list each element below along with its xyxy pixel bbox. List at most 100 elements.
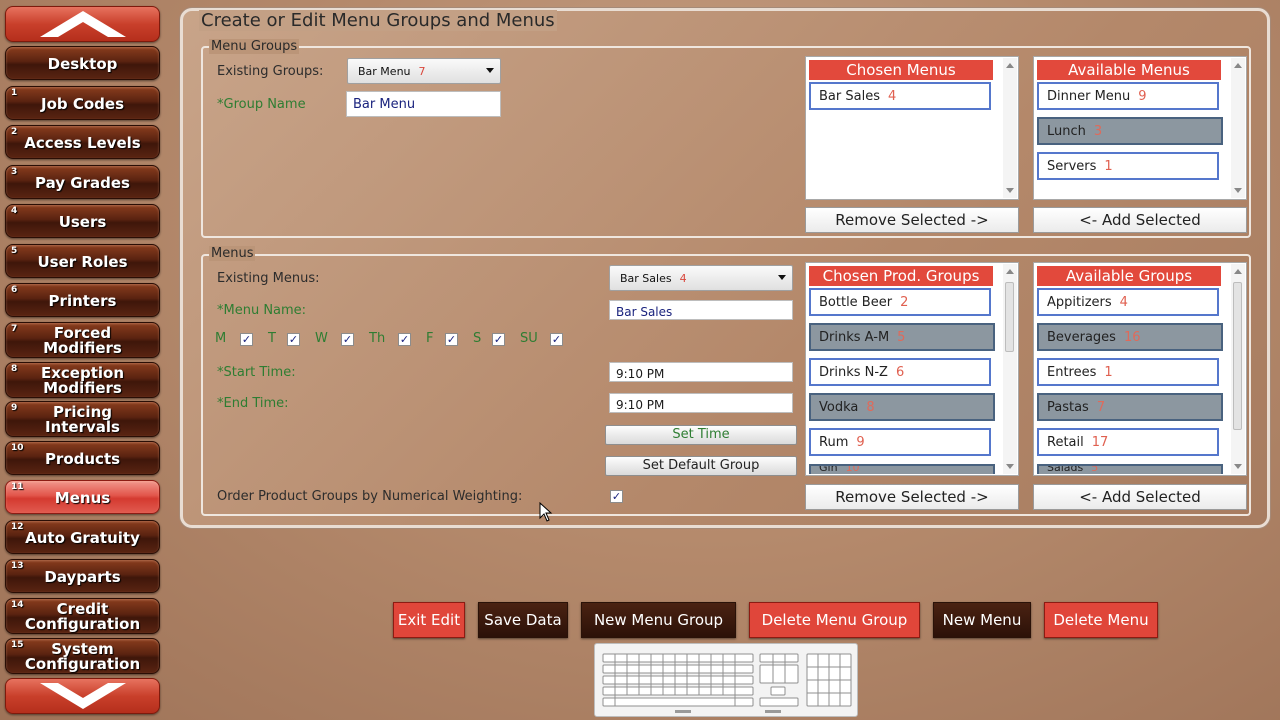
list-item-count: 9 [1138, 88, 1147, 104]
list-item-count: 16 [1123, 329, 1141, 345]
sidebar-item-system-configuration[interactable]: 15 System Configuration [5, 638, 160, 674]
day-checkbox-monday[interactable]: ✓ [240, 333, 253, 346]
list-item[interactable]: Pastas 7 [1037, 393, 1223, 421]
day-checkbox-tuesday[interactable]: ✓ [287, 333, 300, 346]
list-item[interactable]: Vodka 8 [809, 393, 995, 421]
group-name-label: *Group Name [217, 97, 306, 112]
chosen-menus-list[interactable]: Chosen Menus Bar Sales 4 [805, 56, 1019, 200]
list-item[interactable]: Lunch 3 [1037, 117, 1223, 145]
add-selected-menus-button[interactable]: <- Add Selected [1033, 207, 1247, 233]
start-time-label: *Start Time: [217, 365, 296, 380]
scrollbar[interactable] [1231, 264, 1245, 474]
sidebar-item-label: Access Levels [24, 133, 141, 152]
sidebar-item-job-codes[interactable]: 1 Job Codes [5, 86, 160, 120]
day-label: W [315, 331, 328, 346]
list-item-label: Beverages [1047, 329, 1116, 345]
list-item[interactable]: Retail 17 [1037, 428, 1219, 456]
existing-groups-dropdown[interactable]: Bar Menu 7 [347, 58, 501, 84]
sidebar-item-desktop[interactable]: Desktop [5, 46, 160, 80]
keyboard-icon[interactable] [594, 643, 858, 717]
start-time-value: 9:10 PM [616, 367, 665, 381]
delete-menu-button[interactable]: Delete Menu [1044, 602, 1158, 638]
start-time-field[interactable]: 9:10 PM [609, 362, 793, 382]
set-time-button[interactable]: Set Time [605, 425, 797, 445]
sidebar-item-users[interactable]: 4 Users [5, 204, 160, 238]
sidebar-item-printers[interactable]: 6 Printers [5, 283, 160, 317]
sidebar-item-access-levels[interactable]: 2 Access Levels [5, 125, 160, 159]
scroll-up-button[interactable] [5, 6, 160, 42]
existing-menus-value: Bar Sales [620, 271, 672, 285]
sidebar-item-number: 8 [11, 364, 18, 374]
day-label: M [215, 331, 227, 346]
sidebar-item-label: Products [44, 449, 121, 468]
remove-selected-groups-button[interactable]: Remove Selected -> [805, 484, 1019, 510]
day-checkbox-sunday[interactable]: ✓ [550, 333, 563, 346]
day-label: T [268, 331, 276, 346]
scrollbar-thumb[interactable] [1005, 282, 1014, 352]
sidebar-item-dayparts[interactable]: 13 Dayparts [5, 559, 160, 593]
list-item[interactable]: Salads 5 [1037, 464, 1223, 474]
list-item[interactable]: Drinks N-Z 6 [809, 358, 991, 386]
save-data-button[interactable]: Save Data [478, 602, 568, 638]
list-item[interactable]: Beverages 16 [1037, 323, 1223, 351]
group-name-field[interactable]: Bar Menu [346, 91, 501, 117]
list-item[interactable]: Bottle Beer 2 [809, 288, 991, 316]
list-item-label: Drinks N-Z [819, 364, 888, 380]
scroll-down-arrow-icon [1006, 464, 1014, 469]
order-by-weighting-checkbox[interactable]: ✓ [610, 490, 623, 503]
list-item-count: 10 [845, 464, 860, 474]
chosen-menus-header: Chosen Menus [809, 60, 993, 80]
delete-menu-group-button[interactable]: Delete Menu Group [749, 602, 920, 638]
existing-groups-label: Existing Groups: [217, 64, 324, 79]
list-item[interactable]: Gin 10 [809, 464, 995, 474]
scrollbar-thumb[interactable] [1233, 282, 1242, 430]
add-selected-groups-button[interactable]: <- Add Selected [1033, 484, 1247, 510]
sidebar-item-pay-grades[interactable]: 3 Pay Grades [5, 165, 160, 199]
list-item[interactable]: Servers 1 [1037, 152, 1219, 180]
list-item-label: Gin [819, 464, 838, 474]
available-groups-list[interactable]: Available Groups Appitizers 4 Beverages … [1033, 262, 1247, 476]
end-time-field[interactable]: 9:10 PM [609, 393, 793, 413]
list-item[interactable]: Rum 9 [809, 428, 991, 456]
list-item-count: 7 [1096, 399, 1106, 415]
menus-legend: Menus [209, 246, 256, 261]
sidebar-item-credit-configuration[interactable]: 14 Credit Configuration [5, 598, 160, 634]
list-item[interactable]: Entrees 1 [1037, 358, 1219, 386]
day-checkbox-saturday[interactable]: ✓ [492, 333, 505, 346]
set-default-group-button[interactable]: Set Default Group [605, 456, 797, 476]
scroll-down-button[interactable] [5, 678, 160, 714]
existing-menus-dropdown[interactable]: Bar Sales 4 [609, 265, 793, 291]
sidebar-item-pricing-intervals[interactable]: 9 Pricing Intervals [5, 401, 160, 437]
list-item[interactable]: Bar Sales 4 [809, 82, 991, 110]
sidebar-item-label: Exception Modifiers [40, 364, 125, 397]
sidebar-item-number: 9 [11, 403, 18, 413]
list-item-label: Appitizers [1047, 294, 1112, 310]
menu-groups-legend: Menu Groups [209, 39, 300, 54]
sidebar-item-products[interactable]: 10 Products [5, 441, 160, 475]
list-item[interactable]: Drinks A-M 5 [809, 323, 995, 351]
new-menu-group-button[interactable]: New Menu Group [581, 602, 736, 638]
scroll-down-arrow-icon [1234, 188, 1242, 193]
scrollbar[interactable] [1003, 264, 1017, 474]
new-menu-button[interactable]: New Menu [933, 602, 1031, 638]
remove-selected-menus-button[interactable]: Remove Selected -> [805, 207, 1019, 233]
day-label: SU [520, 331, 538, 346]
scrollbar[interactable] [1231, 58, 1245, 198]
available-menus-list[interactable]: Available Menus Dinner Menu 9 Lunch 3 Se… [1033, 56, 1247, 200]
scrollbar[interactable] [1003, 58, 1017, 198]
sidebar-item-forced-modifiers[interactable]: 7 Forced Modifiers [5, 322, 160, 358]
sidebar-item-label: Desktop [47, 54, 118, 73]
list-item[interactable]: Appitizers 4 [1037, 288, 1219, 316]
exit-edit-button[interactable]: Exit Edit [393, 602, 465, 638]
sidebar-item-auto-gratuity[interactable]: 12 Auto Gratuity [5, 520, 160, 554]
sidebar-item-exception-modifiers[interactable]: 8 Exception Modifiers [5, 362, 160, 398]
sidebar-item-user-roles[interactable]: 5 User Roles [5, 244, 160, 278]
day-checkbox-friday[interactable]: ✓ [445, 333, 458, 346]
day-checkbox-wednesday[interactable]: ✓ [341, 333, 354, 346]
sidebar-item-number: 2 [11, 127, 18, 137]
sidebar-item-menus[interactable]: 11 Menus [5, 480, 160, 514]
day-checkbox-thursday[interactable]: ✓ [398, 333, 411, 346]
chosen-prod-groups-list[interactable]: Chosen Prod. Groups Bottle Beer 2 Drinks… [805, 262, 1019, 476]
menu-name-field[interactable]: Bar Sales [609, 300, 793, 320]
list-item[interactable]: Dinner Menu 9 [1037, 82, 1219, 110]
